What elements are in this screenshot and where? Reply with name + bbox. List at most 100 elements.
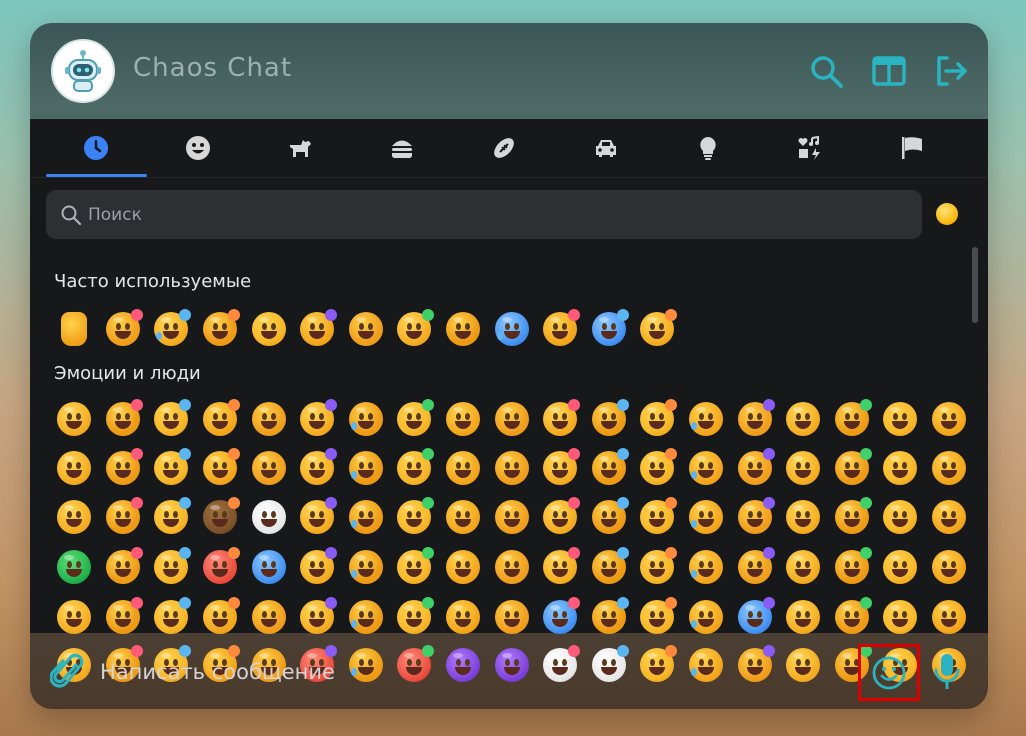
emoji-cell[interactable] bbox=[439, 444, 488, 492]
emoji-cell[interactable] bbox=[925, 493, 974, 541]
microphone-icon[interactable] bbox=[930, 651, 964, 693]
emoji-cell[interactable] bbox=[633, 305, 682, 353]
tab-smileys[interactable] bbox=[147, 119, 249, 177]
emoji-cell[interactable] bbox=[585, 395, 634, 443]
emoji-cell[interactable] bbox=[147, 444, 196, 492]
emoji-cell[interactable] bbox=[633, 395, 682, 443]
emoji-cell[interactable] bbox=[633, 543, 682, 591]
emoji-cell[interactable] bbox=[828, 395, 877, 443]
emoji-cell[interactable] bbox=[293, 395, 342, 443]
emoji-cell[interactable] bbox=[342, 493, 391, 541]
emoji-cell[interactable] bbox=[196, 493, 245, 541]
emoji-cell[interactable] bbox=[633, 444, 682, 492]
emoji-cell[interactable] bbox=[342, 395, 391, 443]
tab-objects[interactable] bbox=[657, 119, 759, 177]
emoji-cell[interactable] bbox=[147, 543, 196, 591]
tab-travel[interactable] bbox=[555, 119, 657, 177]
emoji-cell[interactable] bbox=[293, 543, 342, 591]
emoji-cell[interactable] bbox=[730, 444, 779, 492]
paperclip-icon[interactable] bbox=[49, 651, 84, 691]
emoji-cell[interactable] bbox=[99, 395, 148, 443]
emoji-cell[interactable] bbox=[536, 493, 585, 541]
emoji-cell[interactable] bbox=[439, 395, 488, 443]
emoji-cell[interactable] bbox=[487, 444, 536, 492]
emoji-cell[interactable] bbox=[585, 444, 634, 492]
emoji-cell[interactable] bbox=[196, 543, 245, 591]
emoji-button[interactable] bbox=[858, 644, 920, 701]
emoji-cell[interactable] bbox=[536, 305, 585, 353]
emoji-cell[interactable] bbox=[50, 444, 99, 492]
tab-symbols[interactable] bbox=[759, 119, 861, 177]
emoji-cell[interactable] bbox=[244, 395, 293, 443]
emoji-cell[interactable] bbox=[293, 493, 342, 541]
emoji-cell[interactable] bbox=[342, 444, 391, 492]
emoji-cell[interactable] bbox=[390, 444, 439, 492]
emoji-cell[interactable] bbox=[487, 493, 536, 541]
emoji-cell[interactable] bbox=[585, 543, 634, 591]
emoji-cell[interactable] bbox=[925, 444, 974, 492]
emoji-cell[interactable] bbox=[196, 444, 245, 492]
emoji-cell[interactable] bbox=[779, 395, 828, 443]
emoji-cell[interactable] bbox=[682, 543, 731, 591]
emoji-cell[interactable] bbox=[439, 305, 488, 353]
message-input[interactable]: Написать сообщение bbox=[100, 657, 840, 687]
emoji-cell[interactable] bbox=[828, 543, 877, 591]
emoji-cell[interactable] bbox=[682, 444, 731, 492]
emoji-cell[interactable] bbox=[390, 395, 439, 443]
emoji-cell[interactable] bbox=[244, 305, 293, 353]
emoji-cell[interactable] bbox=[876, 395, 925, 443]
emoji-cell[interactable] bbox=[439, 543, 488, 591]
logout-icon[interactable] bbox=[933, 53, 969, 89]
emoji-cell[interactable] bbox=[50, 493, 99, 541]
emoji-cell[interactable] bbox=[293, 444, 342, 492]
emoji-cell[interactable] bbox=[536, 543, 585, 591]
emoji-cell[interactable] bbox=[536, 444, 585, 492]
emoji-cell[interactable] bbox=[147, 493, 196, 541]
emoji-cell[interactable] bbox=[876, 444, 925, 492]
emoji-cell[interactable] bbox=[487, 305, 536, 353]
emoji-cell[interactable] bbox=[925, 395, 974, 443]
emoji-cell[interactable] bbox=[876, 493, 925, 541]
emoji-cell[interactable] bbox=[876, 543, 925, 591]
emoji-cell[interactable] bbox=[779, 543, 828, 591]
emoji-cell[interactable] bbox=[925, 543, 974, 591]
emoji-cell[interactable] bbox=[196, 395, 245, 443]
split-view-icon[interactable] bbox=[871, 53, 907, 89]
emoji-cell[interactable] bbox=[682, 395, 731, 443]
search-icon[interactable] bbox=[808, 53, 844, 89]
tab-flags[interactable] bbox=[861, 119, 963, 177]
emoji-cell[interactable] bbox=[342, 543, 391, 591]
emoji-cell[interactable] bbox=[147, 305, 196, 353]
emoji-cell[interactable] bbox=[293, 305, 342, 353]
emoji-cell[interactable] bbox=[730, 493, 779, 541]
emoji-search-input[interactable]: Поиск bbox=[46, 190, 922, 239]
tab-animals[interactable] bbox=[249, 119, 351, 177]
emoji-cell[interactable] bbox=[390, 543, 439, 591]
emoji-cell[interactable] bbox=[342, 305, 391, 353]
emoji-cell[interactable] bbox=[439, 493, 488, 541]
emoji-cell[interactable] bbox=[487, 395, 536, 443]
emoji-cell[interactable] bbox=[779, 444, 828, 492]
emoji-cell[interactable] bbox=[244, 543, 293, 591]
emoji-cell[interactable] bbox=[779, 493, 828, 541]
emoji-cell[interactable] bbox=[633, 493, 682, 541]
emoji-cell[interactable] bbox=[99, 305, 148, 353]
emoji-cell[interactable] bbox=[585, 305, 634, 353]
emoji-cell[interactable] bbox=[50, 543, 99, 591]
emoji-cell[interactable] bbox=[196, 305, 245, 353]
emoji-cell[interactable] bbox=[244, 444, 293, 492]
emoji-cell[interactable] bbox=[390, 493, 439, 541]
emoji-cell[interactable] bbox=[828, 444, 877, 492]
emoji-cell[interactable] bbox=[99, 444, 148, 492]
tab-food[interactable] bbox=[351, 119, 453, 177]
emoji-cell[interactable] bbox=[682, 493, 731, 541]
tab-activities[interactable] bbox=[453, 119, 555, 177]
emoji-cell[interactable] bbox=[99, 493, 148, 541]
emoji-cell[interactable] bbox=[536, 395, 585, 443]
emoji-cell[interactable] bbox=[487, 543, 536, 591]
emoji-cell[interactable] bbox=[730, 395, 779, 443]
skin-tone-selector[interactable] bbox=[936, 203, 958, 225]
tab-recent[interactable] bbox=[45, 119, 147, 177]
emoji-cell[interactable] bbox=[390, 305, 439, 353]
emoji-cell[interactable] bbox=[730, 543, 779, 591]
